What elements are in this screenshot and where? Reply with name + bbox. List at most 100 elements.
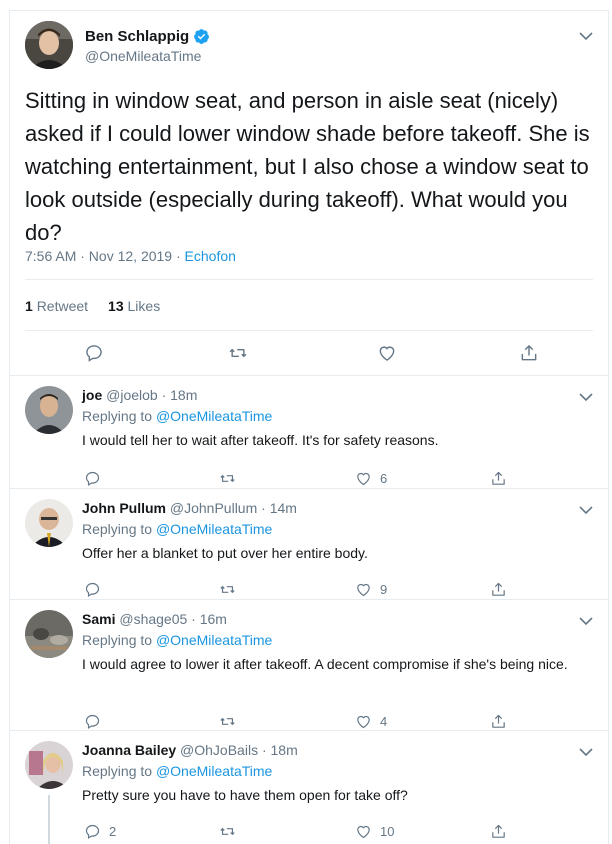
like-button[interactable]: 4 bbox=[355, 713, 387, 730]
reply-actions: 2 10 bbox=[10, 823, 608, 843]
retweet-button[interactable] bbox=[219, 581, 244, 598]
tweet-thread: Ben Schlappig @OneMileataTime Sitting in… bbox=[9, 10, 609, 844]
reply-avatar[interactable] bbox=[25, 499, 73, 547]
tweet-text: Sitting in window seat, and person in ai… bbox=[25, 88, 590, 245]
reply-tweet[interactable]: John Pullum @JohnPullum · 14m Replying t… bbox=[10, 489, 608, 600]
like-count: 6 bbox=[380, 471, 388, 486]
retweet-label: Retweet bbox=[36, 298, 89, 314]
like-count: 10 bbox=[380, 824, 395, 839]
reply-icon bbox=[85, 824, 100, 839]
reply-handle-time[interactable]: @shage05 · 16m bbox=[119, 611, 227, 627]
replying-prefix: Replying to bbox=[82, 408, 153, 424]
replying-prefix: Replying to bbox=[82, 521, 153, 537]
reply-button[interactable] bbox=[84, 343, 104, 363]
reply-header: joe @joelob · 18m bbox=[82, 387, 197, 403]
reply-icon bbox=[85, 582, 100, 597]
like-label: Likes bbox=[127, 298, 161, 314]
reply-button[interactable] bbox=[84, 581, 109, 598]
retweet-count: 1 bbox=[25, 298, 33, 314]
retweet-button[interactable] bbox=[219, 713, 244, 730]
author-name-row: Ben Schlappig bbox=[85, 28, 210, 45]
replying-prefix: Replying to bbox=[82, 763, 153, 779]
retweet-button[interactable] bbox=[219, 470, 244, 487]
replying-prefix: Replying to bbox=[82, 632, 153, 648]
like-button[interactable]: 6 bbox=[355, 470, 387, 487]
divider bbox=[25, 330, 593, 331]
reply-tweet[interactable]: Sami @shage05 · 16m Replying to @OneMile… bbox=[10, 600, 608, 731]
reply-actions: 6 bbox=[10, 470, 608, 490]
like-count: 9 bbox=[380, 582, 388, 597]
reply-text: Offer her a blanket to put over her enti… bbox=[82, 545, 368, 561]
caret-down-icon[interactable] bbox=[579, 392, 593, 402]
share-button[interactable] bbox=[490, 581, 507, 598]
like-icon bbox=[379, 346, 395, 361]
main-tweet: Ben Schlappig @OneMileataTime Sitting in… bbox=[10, 11, 608, 376]
like-button[interactable]: 10 bbox=[355, 823, 394, 840]
share-button[interactable] bbox=[490, 823, 507, 840]
retweet-stat[interactable]: 1 Retweet bbox=[25, 298, 88, 314]
like-icon bbox=[357, 715, 370, 729]
replying-to-link[interactable]: @OneMileataTime bbox=[156, 763, 272, 779]
reply-icon bbox=[86, 345, 102, 362]
replying-to-link[interactable]: @OneMileataTime bbox=[156, 632, 272, 648]
reply-button[interactable]: 2 bbox=[84, 823, 116, 840]
retweet-icon bbox=[220, 718, 235, 725]
reply-button[interactable] bbox=[84, 713, 109, 730]
retweet-button[interactable] bbox=[228, 343, 248, 363]
reply-header: Sami @shage05 · 16m bbox=[82, 611, 227, 627]
share-icon bbox=[492, 824, 505, 838]
author-handle[interactable]: @OneMileataTime bbox=[85, 48, 201, 64]
retweet-icon bbox=[220, 828, 235, 835]
reply-avatar[interactable] bbox=[25, 610, 73, 658]
reply-handle-time[interactable]: @OhJoBails · 18m bbox=[180, 742, 298, 758]
retweet-button[interactable] bbox=[219, 823, 244, 840]
reply-icon bbox=[85, 471, 100, 486]
like-button[interactable] bbox=[377, 343, 397, 363]
reply-count: 2 bbox=[109, 824, 117, 839]
replying-to: Replying to @OneMileataTime bbox=[82, 632, 272, 648]
retweet-icon bbox=[220, 475, 235, 482]
reply-avatar[interactable] bbox=[25, 741, 73, 789]
share-button[interactable] bbox=[490, 713, 507, 730]
share-icon bbox=[492, 714, 505, 728]
caret-down-icon[interactable] bbox=[579, 31, 593, 41]
reply-button[interactable] bbox=[84, 470, 109, 487]
reply-text: I would tell her to wait after takeoff. … bbox=[82, 432, 439, 448]
reply-avatar[interactable] bbox=[25, 386, 73, 434]
caret-down-icon[interactable] bbox=[579, 616, 593, 626]
like-count: 4 bbox=[380, 714, 388, 729]
share-button[interactable] bbox=[490, 470, 507, 487]
replying-to: Replying to @OneMileataTime bbox=[82, 763, 272, 779]
reply-header: Joanna Bailey @OhJoBails · 18m bbox=[82, 742, 298, 758]
tweet-source-link[interactable]: Echofon bbox=[185, 248, 236, 264]
tweet-stats: 1 Retweet 13 Likes bbox=[25, 298, 160, 314]
reply-author-name[interactable]: Joanna Bailey bbox=[82, 742, 176, 758]
reply-actions: 4 bbox=[10, 713, 608, 733]
reply-author-name[interactable]: John Pullum bbox=[82, 500, 166, 516]
tweet-meta: 7:56 AM · Nov 12, 2019 · Echofon bbox=[25, 248, 236, 264]
like-count: 13 bbox=[108, 298, 124, 314]
like-button[interactable]: 9 bbox=[355, 581, 387, 598]
reply-author-name[interactable]: joe bbox=[82, 387, 102, 403]
reply-tweet[interactable]: joe @joelob · 18m Replying to @OneMileat… bbox=[10, 376, 608, 489]
reply-author-name[interactable]: Sami bbox=[82, 611, 115, 627]
reply-handle-time[interactable]: @joelob · 18m bbox=[106, 387, 197, 403]
author-avatar[interactable] bbox=[25, 21, 73, 69]
like-icon bbox=[357, 583, 370, 597]
replying-to-link[interactable]: @OneMileataTime bbox=[156, 521, 272, 537]
verified-badge-icon bbox=[194, 29, 210, 44]
retweet-icon bbox=[220, 586, 235, 593]
tweet-timestamp[interactable]: 7:56 AM · Nov 12, 2019 bbox=[25, 248, 172, 264]
reply-header: John Pullum @JohnPullum · 14m bbox=[82, 500, 297, 516]
reply-handle-time[interactable]: @JohnPullum · 14m bbox=[170, 500, 297, 516]
share-button[interactable] bbox=[519, 343, 539, 363]
caret-down-icon[interactable] bbox=[579, 505, 593, 515]
divider bbox=[25, 279, 593, 280]
author-name[interactable]: Ben Schlappig bbox=[85, 28, 189, 45]
replying-to: Replying to @OneMileataTime bbox=[82, 408, 272, 424]
reply-tweet[interactable]: Joanna Bailey @OhJoBails · 18m Replying … bbox=[10, 731, 608, 844]
reply-actions: 9 bbox=[10, 581, 608, 601]
like-stat[interactable]: 13 Likes bbox=[108, 298, 160, 314]
replying-to-link[interactable]: @OneMileataTime bbox=[156, 408, 272, 424]
caret-down-icon[interactable] bbox=[579, 747, 593, 757]
